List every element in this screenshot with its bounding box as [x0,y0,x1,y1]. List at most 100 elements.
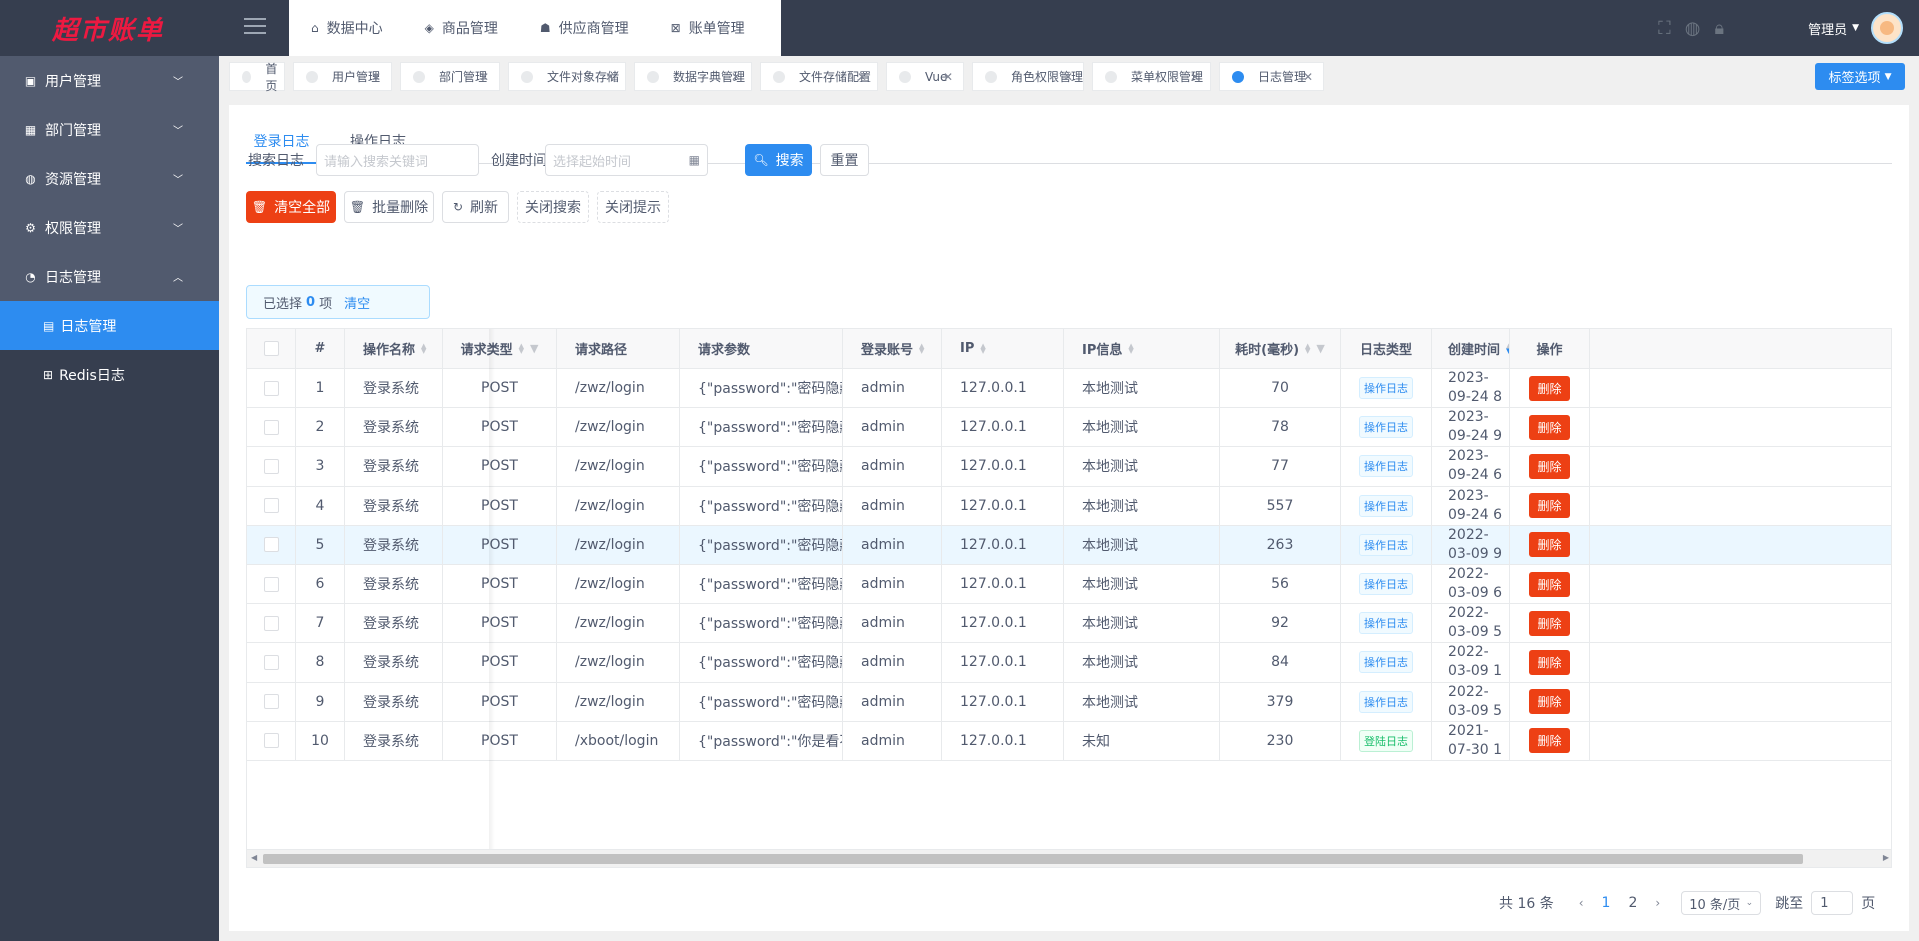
search-button[interactable]: 🔍︎ 搜索 [745,144,812,176]
tag-3[interactable]: 文件对象存储 ✕ [508,62,626,91]
column-header-10[interactable]: 创建时间▲▼ [1432,329,1510,368]
row-checkbox[interactable] [263,380,279,396]
submenu-item-1[interactable]: ⊞ Redis日志 [0,350,219,399]
close-tip-button[interactable]: 关闭提示 [597,191,669,223]
delete-button[interactable]: 删除 [1529,649,1570,675]
page-1[interactable]: 1 [1602,895,1611,911]
delete-button[interactable]: 删除 [1529,375,1570,401]
sidebar-item-0[interactable]: ▣ 用户管理 ﹀ [0,56,219,105]
table-row[interactable]: 2登录系统POST/zwz/login{"password":"密码隐藏...a… [247,408,1891,448]
column-header-2[interactable]: 请求类型 ▲ ▼ ▼ [443,329,557,368]
tag-9[interactable]: 日志管理 ✕ [1219,62,1324,91]
topnav-item-2[interactable]: ☗ 供应商管理 [518,0,649,56]
language-icon[interactable]: ◍ [1685,18,1701,39]
tag-8[interactable]: 菜单权限管理 ✕ [1092,62,1211,91]
delete-button[interactable]: 删除 [1529,571,1570,597]
table-row[interactable]: 4登录系统POST/zwz/login{"password":"密码隐藏...a… [247,486,1891,526]
tag-2[interactable]: 部门管理 ✕ [400,62,500,91]
sidebar-item-1[interactable]: ▦ 部门管理 ﹀ [0,105,219,154]
row-checkbox[interactable] [263,419,279,435]
table-row[interactable]: 5登录系统POST/zwz/login{"password":"密码隐藏...a… [247,525,1891,565]
row-checkbox[interactable] [263,576,279,592]
row-checkbox[interactable] [263,654,279,670]
select-all-checkbox[interactable] [263,341,279,356]
tag-1[interactable]: 用户管理 ✕ [293,62,392,91]
delete-button[interactable]: 删除 [1529,728,1570,754]
sidebar-item-2[interactable]: ◍ 资源管理 ﹀ [0,154,219,203]
table-row[interactable]: 7登录系统POST/zwz/login{"password":"密码隐藏...a… [247,604,1891,644]
sidebar-item-4[interactable]: ◔ 日志管理 ︿ [0,252,219,301]
scroll-left-icon[interactable]: ◀ [251,853,257,862]
app-logo[interactable]: 超市账单 [0,0,219,56]
close-icon[interactable]: ✕ [371,70,381,84]
topnav-item-1[interactable]: ◈ 商品管理 [403,0,518,56]
sidebar-item-3[interactable]: ⚙ 权限管理 ﹀ [0,203,219,252]
topnav-item-0[interactable]: ⌂ 数据中心 [289,0,403,56]
tag-options-button[interactable]: 标签选项 ▼ [1815,63,1905,90]
fullscreen-icon[interactable]: ⛶ [1658,18,1671,39]
close-icon[interactable]: ✕ [731,70,741,84]
batch-delete-button[interactable]: 🗑︎ 批量删除 [344,191,434,223]
table-row[interactable]: 10登录系统POST/xboot/login{"password":"你是看不.… [247,721,1891,761]
row-checkbox[interactable] [263,615,279,631]
tag-6[interactable]: Vue ✕ [886,62,964,91]
delete-button[interactable]: 删除 [1529,493,1570,519]
column-header-6[interactable]: IP ▲ ▼ [942,329,1064,368]
sort-icon[interactable]: ▲▼ [421,342,426,354]
row-checkbox[interactable] [263,733,279,749]
tag-4[interactable]: 数据字典管理 ✕ [634,62,752,91]
table-row[interactable]: 8登录系统POST/zwz/login{"password":"密码隐藏...a… [247,643,1891,683]
column-header-8[interactable]: 耗时(毫秒) ▲ ▼ ▼ [1220,329,1341,368]
close-icon[interactable]: ✕ [943,70,953,84]
search-input[interactable]: 请输入搜索关键词 [316,144,479,176]
table-row[interactable]: 9登录系统POST/zwz/login{"password":"密码隐藏...a… [247,682,1891,722]
close-icon[interactable]: ✕ [479,70,489,84]
close-search-button[interactable]: 关闭搜索 [517,191,589,223]
delete-button[interactable]: 删除 [1529,414,1570,440]
table-row[interactable]: 1登录系统POST/zwz/login{"password":"密码隐藏...a… [247,369,1891,409]
close-icon[interactable]: ✕ [857,70,867,84]
reset-button[interactable]: 重置 [820,144,869,176]
row-checkbox[interactable] [263,458,279,474]
sort-icon[interactable]: ▲▼ [1128,342,1133,354]
user-name[interactable]: 管理员 [1808,19,1847,38]
jump-page-input[interactable]: 1 [1811,891,1854,915]
page-2[interactable]: 2 [1628,895,1637,911]
filter-icon[interactable]: ▼ [1316,342,1324,355]
scroll-right-icon[interactable]: ▶ [1883,853,1889,862]
table-row[interactable]: 3登录系统POST/zwz/login{"password":"密码隐藏...a… [247,447,1891,487]
clear-selection-link[interactable]: 清空 [344,293,370,312]
delete-button[interactable]: 删除 [1529,453,1570,479]
row-checkbox[interactable] [263,537,279,553]
close-icon[interactable]: ✕ [1063,70,1073,84]
sort-icon[interactable]: ▲▼ [1305,342,1310,354]
prev-page-icon[interactable]: ‹ [1579,896,1584,910]
avatar[interactable] [1871,12,1903,44]
tag-5[interactable]: 文件存储配置 ✕ [760,62,878,91]
row-checkbox[interactable] [263,694,279,710]
delete-button[interactable]: 删除 [1529,610,1570,636]
next-page-icon[interactable]: › [1655,896,1660,910]
close-icon[interactable]: ✕ [1303,70,1313,84]
tag-0[interactable]: 首页 [229,62,285,93]
column-header-7[interactable]: IP信息 ▲ ▼ [1064,329,1220,368]
horizontal-scrollbar[interactable]: ◀ ▶ [247,849,1891,867]
sort-icon[interactable]: ▲▼ [919,342,924,354]
sort-icon[interactable]: ▲▼ [980,342,985,354]
clear-all-button[interactable]: 🗑︎ 清空全部 [246,191,336,223]
delete-button[interactable]: 删除 [1529,532,1570,558]
scrollbar-thumb[interactable] [263,854,1803,864]
lock-icon[interactable]: 🔒︎ [1714,18,1724,39]
close-icon[interactable]: ✕ [605,70,615,84]
start-time-picker[interactable]: 选择起始时间 ▦ [545,144,708,176]
menu-toggle-icon[interactable] [244,18,266,36]
refresh-button[interactable]: ↻ 刷新 [442,191,509,223]
filter-icon[interactable]: ▼ [530,342,538,355]
chevron-down-icon[interactable]: ▼ [1852,23,1859,33]
tag-7[interactable]: 角色权限管理 ✕ [972,62,1084,91]
column-header-1[interactable]: 操作名称 ▲ ▼ [345,329,443,368]
close-icon[interactable]: ✕ [1190,70,1200,84]
delete-button[interactable]: 删除 [1529,689,1570,715]
topnav-item-3[interactable]: ⊠ 账单管理 [649,0,765,56]
submenu-item-0[interactable]: ▤ 日志管理 [0,301,219,350]
